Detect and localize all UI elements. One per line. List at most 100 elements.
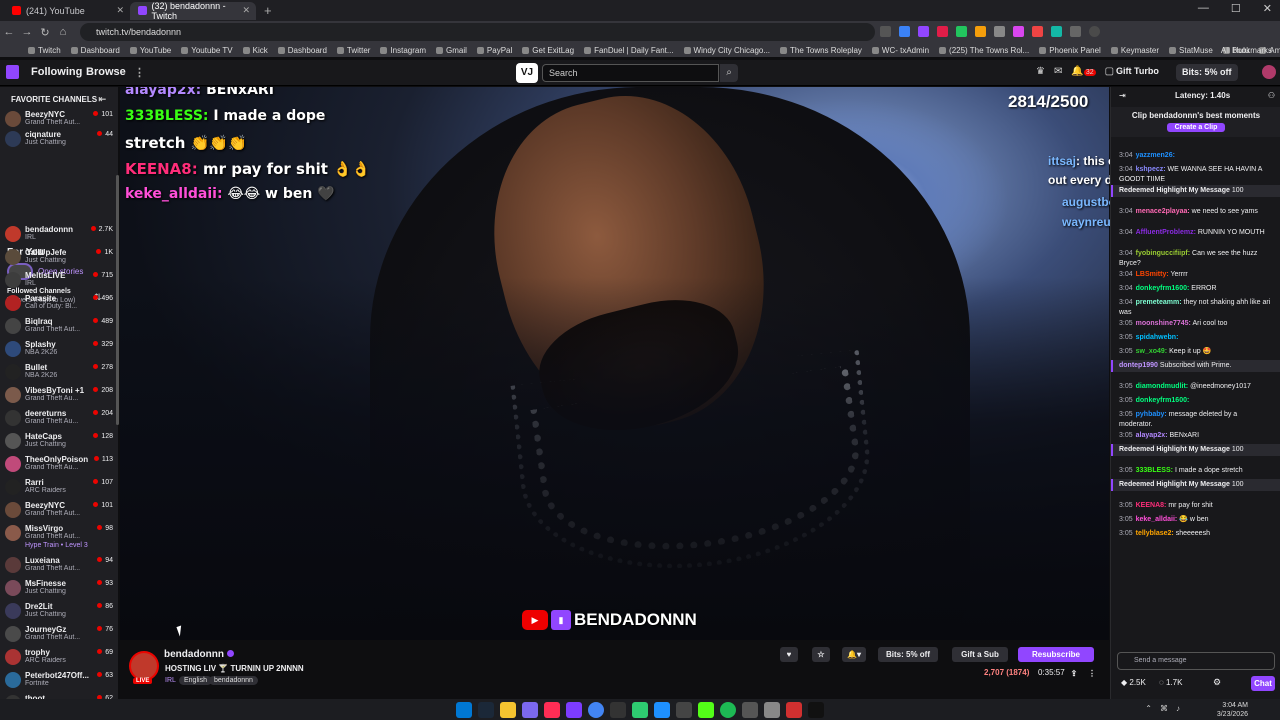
- bookmark-item[interactable]: Gmail: [436, 46, 467, 55]
- sidebar-channel[interactable]: ciqnature Just Chatting 44: [5, 129, 113, 149]
- chat-username[interactable]: pyhbaby:: [1136, 411, 1167, 418]
- chrome-icon[interactable]: [588, 701, 604, 718]
- nav-browse[interactable]: Browse: [86, 66, 126, 78]
- bookmark-item[interactable]: StatMuse: [1169, 46, 1213, 55]
- gift-turbo-button[interactable]: Gift Turbo: [1116, 66, 1159, 76]
- bookmark-item[interactable]: Twitch: [28, 46, 61, 55]
- share-icon[interactable]: ⇪: [1068, 666, 1080, 681]
- extension-icon[interactable]: [1051, 26, 1062, 37]
- app-icon[interactable]: [786, 701, 802, 718]
- channel-name[interactable]: bendadonnn: [164, 649, 234, 660]
- url-field[interactable]: twitch.tv/bendadonnn: [80, 23, 875, 41]
- chat-username[interactable]: Redeemed Highlight My Message: [1119, 187, 1230, 194]
- puzzle-icon[interactable]: [1070, 26, 1081, 37]
- close-tab-icon[interactable]: ✕: [242, 5, 250, 16]
- bookmark-item[interactable]: Phoenix Panel: [1039, 46, 1101, 55]
- steam-icon[interactable]: [478, 701, 494, 718]
- star-icon[interactable]: ☆: [812, 647, 830, 662]
- resubscribe-button[interactable]: Resubscribe: [1018, 647, 1094, 662]
- app-icon[interactable]: [654, 701, 670, 718]
- chat-username[interactable]: fyobinguccifiipf:: [1136, 250, 1190, 257]
- sidebar-channel[interactable]: JourneyGz Grand Theft Aut... 76: [5, 624, 113, 644]
- bookmark-item[interactable]: Kick: [242, 46, 268, 55]
- chat-username[interactable]: menace2playaa:: [1136, 208, 1190, 215]
- stream-category[interactable]: IRL: [165, 677, 176, 684]
- sidebar-channel[interactable]: BeezyNYC Grand Theft Aut... 101: [5, 500, 113, 520]
- folder-icon[interactable]: [500, 701, 516, 718]
- bookmark-item[interactable]: (225) The Towns Rol...: [939, 46, 1029, 55]
- chat-username[interactable]: donkeyfrm1600:: [1136, 285, 1190, 292]
- video-player[interactable]: alayap2x: BENxARI 333BLESS: I made a dope…: [120, 87, 1109, 640]
- notifications-icon[interactable]: 🔔 32: [1071, 66, 1096, 77]
- inbox-icon[interactable]: ✉: [1054, 66, 1062, 77]
- sidebar-channel[interactable]: Parasite Call of Duty: Bl... 496: [5, 293, 113, 313]
- app-icon[interactable]: [632, 701, 648, 718]
- sidebar-channel[interactable]: BeezyNYC Grand Theft Aut... 101: [5, 109, 113, 129]
- search-icon[interactable]: ⌕: [720, 64, 738, 82]
- chat-username[interactable]: spidahwebn:: [1136, 334, 1179, 341]
- sidebar-channel[interactable]: Bullet NBA 2K26 278: [5, 362, 113, 382]
- chat-username[interactable]: moonshine7745:: [1136, 320, 1191, 327]
- minimize-icon[interactable]: —: [1198, 2, 1209, 15]
- bookmark-item[interactable]: The Towns Roleplay: [780, 46, 862, 55]
- app-icon[interactable]: [566, 701, 582, 718]
- x-icon[interactable]: [808, 701, 824, 718]
- maximize-icon[interactable]: ☐: [1231, 2, 1241, 15]
- chat-username[interactable]: sw_xo49:: [1136, 348, 1168, 355]
- app-icon[interactable]: [742, 701, 758, 718]
- create-clip-button[interactable]: Create a Clip: [1166, 123, 1226, 132]
- extension-icon[interactable]: [956, 26, 967, 37]
- tab-twitch[interactable]: (32) bendadonnn - Twitch ✕: [130, 1, 256, 21]
- sidebar-channel[interactable]: CallUpJefe Just Chatting 1K: [5, 247, 113, 267]
- settings-icon[interactable]: ⚙: [1213, 677, 1221, 688]
- sidebar-channel[interactable]: Splashy NBA 2K26 329: [5, 339, 113, 359]
- sidebar-channel[interactable]: bendadonnn IRL 2.7K: [5, 224, 113, 244]
- bookmark-item[interactable]: Dashboard: [70, 46, 120, 55]
- chat-username[interactable]: AffluentProblemz:: [1136, 229, 1196, 236]
- extension-icon[interactable]: [937, 26, 948, 37]
- chat-username[interactable]: LBSmitty:: [1136, 271, 1169, 278]
- search-input[interactable]: Search: [542, 64, 719, 82]
- bookmark-item[interactable]: Dashboard: [277, 46, 327, 55]
- extension-icon[interactable]: [918, 26, 929, 37]
- more-icon[interactable]: ⋮: [134, 66, 145, 79]
- collapse-icon[interactable]: ⇤: [98, 94, 106, 105]
- taskbar-clock[interactable]: 3:04 AM 3/23/2026: [1217, 701, 1248, 719]
- chat-username[interactable]: tellyblase2:: [1136, 530, 1174, 537]
- nav-following[interactable]: Following: [31, 66, 82, 78]
- sidebar-channel[interactable]: MissVirgo Grand Theft Aut... 98 Hype Train …: [5, 523, 113, 549]
- extension-logo-icon[interactable]: VJ: [516, 63, 538, 83]
- sidebar-channel[interactable]: Dre2Lit Just Chatting 86: [5, 601, 113, 621]
- sidebar-channel[interactable]: TheeOnlyPoison Grand Theft Au... 113: [5, 454, 113, 474]
- close-window-icon[interactable]: ✕: [1263, 2, 1272, 15]
- kick-icon[interactable]: [698, 701, 714, 718]
- sidebar-channel[interactable]: Biqlraq Grand Theft Aut... 489: [5, 316, 113, 336]
- channel-avatar[interactable]: [129, 651, 159, 681]
- gift-sub-button[interactable]: Gift a Sub: [952, 647, 1008, 662]
- volume-icon[interactable]: ♪: [1176, 704, 1180, 713]
- extension-icon[interactable]: [1013, 26, 1024, 37]
- bookmark-item[interactable]: Get ExitLag: [522, 46, 574, 55]
- app-icon[interactable]: [544, 701, 560, 718]
- bookmark-item[interactable]: Youtube TV: [181, 46, 233, 55]
- bookmark-item[interactable]: Keymaster: [1110, 46, 1159, 55]
- all-bookmarks[interactable]: All Bookmarks: [1221, 46, 1272, 55]
- new-tab-button[interactable]: +: [256, 3, 280, 18]
- spotify-icon[interactable]: [720, 701, 736, 718]
- bookmark-item[interactable]: Twitter: [336, 46, 370, 55]
- chat-username[interactable]: alayap2x:: [1136, 432, 1168, 439]
- tag-pill[interactable]: English: [179, 676, 212, 685]
- chat-username[interactable]: premeteamm:: [1136, 299, 1182, 306]
- sidebar-channel[interactable]: trophy ARC Raiders 69: [5, 647, 113, 667]
- sidebar-channel[interactable]: Luxeiana Grand Theft Aut... 94: [5, 555, 113, 575]
- bookmark-item[interactable]: FanDuel | Daily Fant...: [584, 46, 674, 55]
- more-options-icon[interactable]: ⋮: [1086, 666, 1098, 681]
- forward-icon[interactable]: →: [18, 26, 36, 38]
- chat-username[interactable]: Redeemed Highlight My Message: [1119, 481, 1230, 488]
- windows-start-icon[interactable]: [456, 701, 472, 718]
- app-icon[interactable]: [764, 701, 780, 718]
- bookmark-item[interactable]: WC- txAdmin: [871, 46, 929, 55]
- chat-username[interactable]: dontep1990: [1119, 362, 1158, 369]
- user-avatar[interactable]: [1262, 65, 1276, 79]
- sidebar-channel[interactable]: MeltisLIVE IRL 715: [5, 270, 113, 290]
